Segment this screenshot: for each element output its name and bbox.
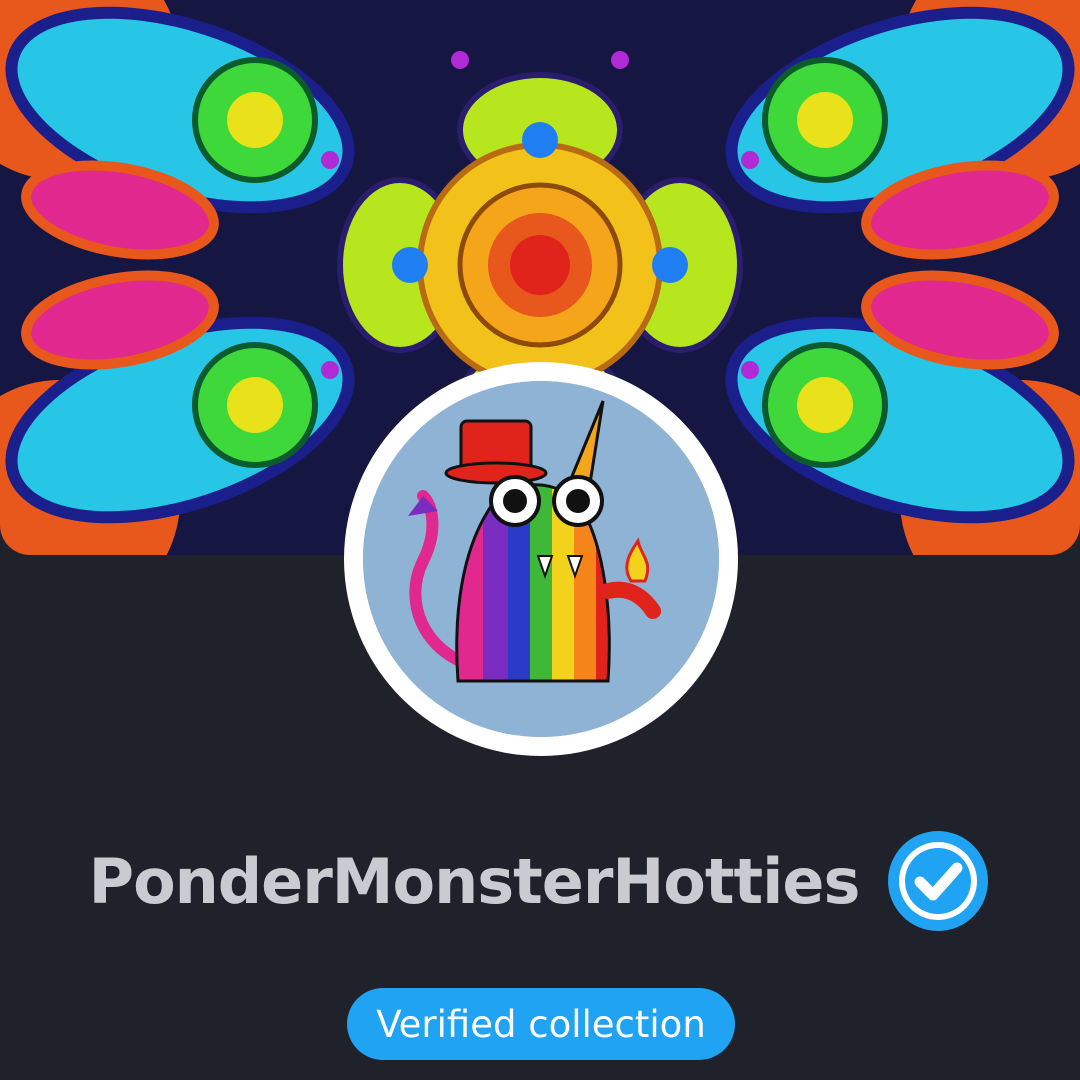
collection-profile: PonderMonsterHotties Verified collection — [0, 0, 1080, 1080]
verified-collection-badge: Verified collection — [347, 988, 735, 1060]
collection-title-row: PonderMonsterHotties — [0, 826, 1080, 936]
avatar[interactable] — [363, 381, 719, 737]
check-circle-icon — [885, 828, 991, 934]
collection-name: PonderMonsterHotties — [88, 844, 861, 918]
